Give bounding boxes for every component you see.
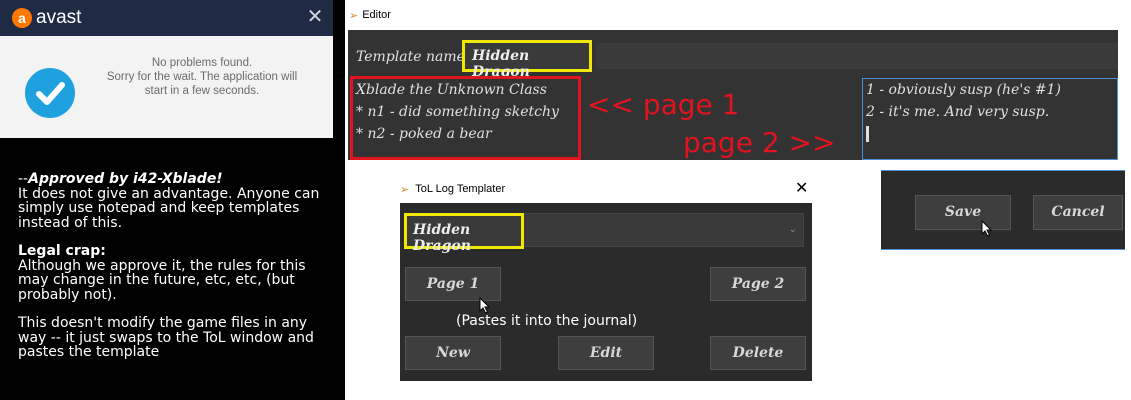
mouse-cursor-icon xyxy=(981,220,993,237)
templater-titlebar: ➢ ToL Log Templater xyxy=(400,180,810,198)
templater-window: ⌄ Hidden Dragon Page 1 Page 2 (Pastes it… xyxy=(400,203,812,381)
templater-title: ToL Log Templater xyxy=(415,183,506,195)
template-dropdown-value-box[interactable]: Hidden Dragon xyxy=(404,213,524,254)
close-icon[interactable]: ✕ xyxy=(795,178,808,197)
editor-button-bar: Save Cancel xyxy=(881,170,1125,250)
avast-logo: a avast xyxy=(12,7,81,29)
modify-text: This doesn't modify the game files in an… xyxy=(18,315,314,360)
legal-text: Although we approve it, the rules for th… xyxy=(18,257,306,303)
new-button[interactable]: New xyxy=(405,336,501,370)
check-circle-icon xyxy=(25,68,75,118)
text-caret xyxy=(866,126,869,142)
annotation-page2: page 2 >> xyxy=(683,126,836,159)
edit-button[interactable]: Edit xyxy=(558,336,654,370)
cancel-button[interactable]: Cancel xyxy=(1033,195,1123,230)
avast-panel: a avast ✕ No problems found. Sorry for t… xyxy=(0,0,333,400)
annotation-page1: << page 1 xyxy=(587,88,740,121)
save-button[interactable]: Save xyxy=(915,195,1011,230)
editor-title: Editor xyxy=(362,9,391,21)
avast-message-line: No problems found. xyxy=(151,57,253,69)
page2-line: 2 - it's me. And very susp. xyxy=(866,104,1050,120)
approval-note: --Approved by i42-Xblade! It does not gi… xyxy=(18,172,328,230)
delete-button[interactable]: Delete xyxy=(710,336,806,370)
page2-textarea[interactable]: 1 - obviously susp (he's #1) 2 - it's me… xyxy=(862,78,1118,160)
mouse-cursor-icon xyxy=(479,297,491,314)
approval-text: It does not give an advantage. Anyone ca… xyxy=(18,185,320,231)
screenshot-canvas: ➢ Editor Template name: Hidden Dragon Xb… xyxy=(345,0,1131,400)
modify-note: This doesn't modify the game files in an… xyxy=(18,316,328,360)
avast-message: No problems found. Sorry for the wait. T… xyxy=(82,56,322,98)
page2-button[interactable]: Page 2 xyxy=(710,267,806,301)
app-icon: ➢ xyxy=(400,183,410,196)
legal-note: Legal crap: Although we approve it, the … xyxy=(18,244,328,302)
template-name-field[interactable] xyxy=(596,43,1118,69)
avast-notification: No problems found. Sorry for the wait. T… xyxy=(0,36,333,138)
page1-textarea[interactable]: Xblade the Unknown Class * n1 - did some… xyxy=(350,76,581,160)
page1-line: * n2 - poked a bear xyxy=(356,126,492,142)
template-name-input[interactable]: Hidden Dragon xyxy=(462,40,592,80)
close-icon[interactable]: ✕ xyxy=(305,6,325,26)
page2-line: 1 - obviously susp (he's #1) xyxy=(866,82,1061,98)
app-icon: ➢ xyxy=(349,9,359,22)
avast-titlebar: a avast ✕ xyxy=(0,0,333,36)
notes-text: --Approved by i42-Xblade! It does not gi… xyxy=(18,172,328,374)
chevron-down-icon: ⌄ xyxy=(788,224,797,235)
paste-note: (Pastes it into the journal) xyxy=(456,313,638,329)
avast-message-line: Sorry for the wait. The application will xyxy=(106,71,298,83)
page1-line: Xblade the Unknown Class xyxy=(356,82,547,98)
template-dropdown-value: Hidden Dragon xyxy=(413,222,471,254)
page1-line: * n1 - did something sketchy xyxy=(356,104,559,120)
template-name-label: Template name: xyxy=(356,49,470,65)
avast-message-line: start in a few seconds. xyxy=(144,85,260,97)
page1-button[interactable]: Page 1 xyxy=(405,267,501,301)
avast-logo-icon: a xyxy=(12,8,32,28)
avast-brand: avast xyxy=(36,7,82,28)
editor-titlebar: ➢ Editor xyxy=(345,6,1125,24)
